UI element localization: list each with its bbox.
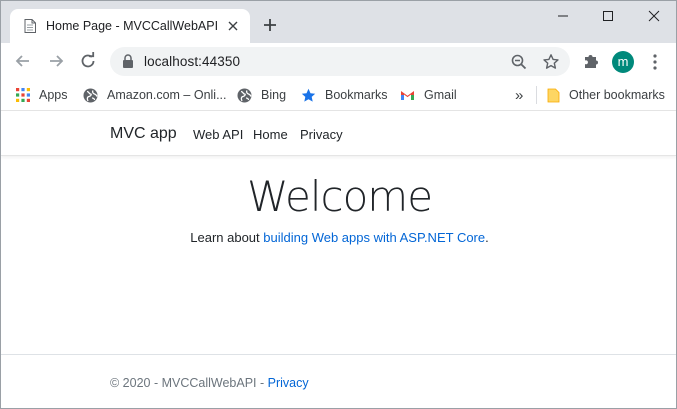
footer-copyright: © 2020 - MVCCallWebAPI - bbox=[110, 376, 268, 390]
browser-window: Home Page - MVCCallWebAPI localhost:4435… bbox=[0, 0, 677, 409]
site-brand[interactable]: MVC app bbox=[110, 125, 177, 143]
plus-icon[interactable] bbox=[262, 17, 278, 33]
star-icon[interactable] bbox=[542, 53, 560, 71]
footer-privacy-link[interactable]: Privacy bbox=[268, 376, 309, 390]
minimize-icon[interactable] bbox=[551, 7, 575, 25]
bookmark-label: Gmail bbox=[424, 88, 457, 102]
forward-arrow-icon[interactable] bbox=[46, 51, 66, 71]
bookmark-amazon[interactable]: Amazon.com – Onli... bbox=[83, 85, 227, 105]
tab-title: Home Page - MVCCallWebAPI bbox=[46, 19, 219, 33]
bookmark-bookmarks[interactable]: Bookmarks bbox=[301, 85, 388, 105]
close-icon[interactable] bbox=[226, 19, 240, 33]
site-footer: © 2020 - MVCCallWebAPI - Privacy bbox=[1, 354, 676, 408]
bookmark-label: Amazon.com – Onli... bbox=[107, 88, 227, 102]
folder-icon bbox=[547, 88, 560, 102]
menu-dots-icon[interactable] bbox=[651, 53, 659, 71]
bookmark-bing[interactable]: Bing bbox=[237, 85, 286, 105]
bookmark-apps[interactable]: Apps bbox=[16, 85, 68, 105]
globe-icon bbox=[237, 88, 252, 102]
apps-grid-icon bbox=[16, 88, 30, 102]
learn-suffix: . bbox=[485, 230, 489, 245]
tab-home-page[interactable]: Home Page - MVCCallWebAPI bbox=[10, 9, 250, 43]
nav-privacy[interactable]: Privacy bbox=[300, 127, 343, 142]
page-content: MVC app Web API Home Privacy Welcome Lea… bbox=[1, 112, 676, 408]
gmail-icon bbox=[401, 91, 414, 100]
bookmark-star-icon bbox=[301, 88, 316, 102]
aspnet-link[interactable]: building Web apps with ASP.NET Core bbox=[263, 230, 485, 245]
tab-strip: Home Page - MVCCallWebAPI bbox=[1, 1, 676, 43]
puzzle-icon[interactable] bbox=[582, 52, 600, 70]
page-heading: Welcome bbox=[246, 172, 433, 221]
profile-avatar[interactable]: m bbox=[612, 51, 634, 73]
other-bookmarks[interactable]: Other bookmarks bbox=[547, 85, 665, 105]
bookmark-divider bbox=[536, 86, 537, 104]
site-navbar: MVC app Web API Home Privacy bbox=[1, 112, 676, 156]
reload-icon[interactable] bbox=[78, 51, 98, 71]
bookmark-gmail[interactable]: Gmail bbox=[400, 85, 457, 105]
bookmark-label: Bing bbox=[261, 88, 287, 102]
bookmark-label: Bookmarks bbox=[325, 88, 388, 102]
learn-prefix: Learn about bbox=[190, 230, 264, 245]
footer-text: © 2020 - MVCCallWebAPI - Privacy bbox=[110, 376, 309, 390]
browser-toolbar: localhost:44350 m bbox=[1, 43, 676, 79]
other-bookmarks-label: Other bookmarks bbox=[569, 88, 665, 102]
zoom-out-icon[interactable] bbox=[510, 53, 528, 71]
maximize-icon[interactable] bbox=[596, 7, 620, 25]
bookmarks-overflow-chevron[interactable]: » bbox=[515, 85, 523, 105]
nav-web-api[interactable]: Web API bbox=[193, 127, 243, 142]
learn-text: Learn about building Web apps with ASP.N… bbox=[1, 230, 676, 245]
address-bar[interactable]: localhost:44350 bbox=[110, 47, 570, 76]
bookmarks-bar: Apps Amazon.com – Onli... Bing Bookmarks bbox=[1, 79, 676, 111]
page-icon bbox=[24, 19, 36, 33]
lock-icon[interactable] bbox=[122, 54, 134, 69]
back-arrow-icon[interactable] bbox=[13, 51, 33, 71]
globe-icon bbox=[83, 88, 98, 102]
window-close-icon[interactable] bbox=[642, 7, 666, 25]
nav-home[interactable]: Home bbox=[253, 127, 288, 142]
bookmark-label: Apps bbox=[39, 88, 68, 102]
url-text[interactable]: localhost:44350 bbox=[144, 54, 240, 69]
